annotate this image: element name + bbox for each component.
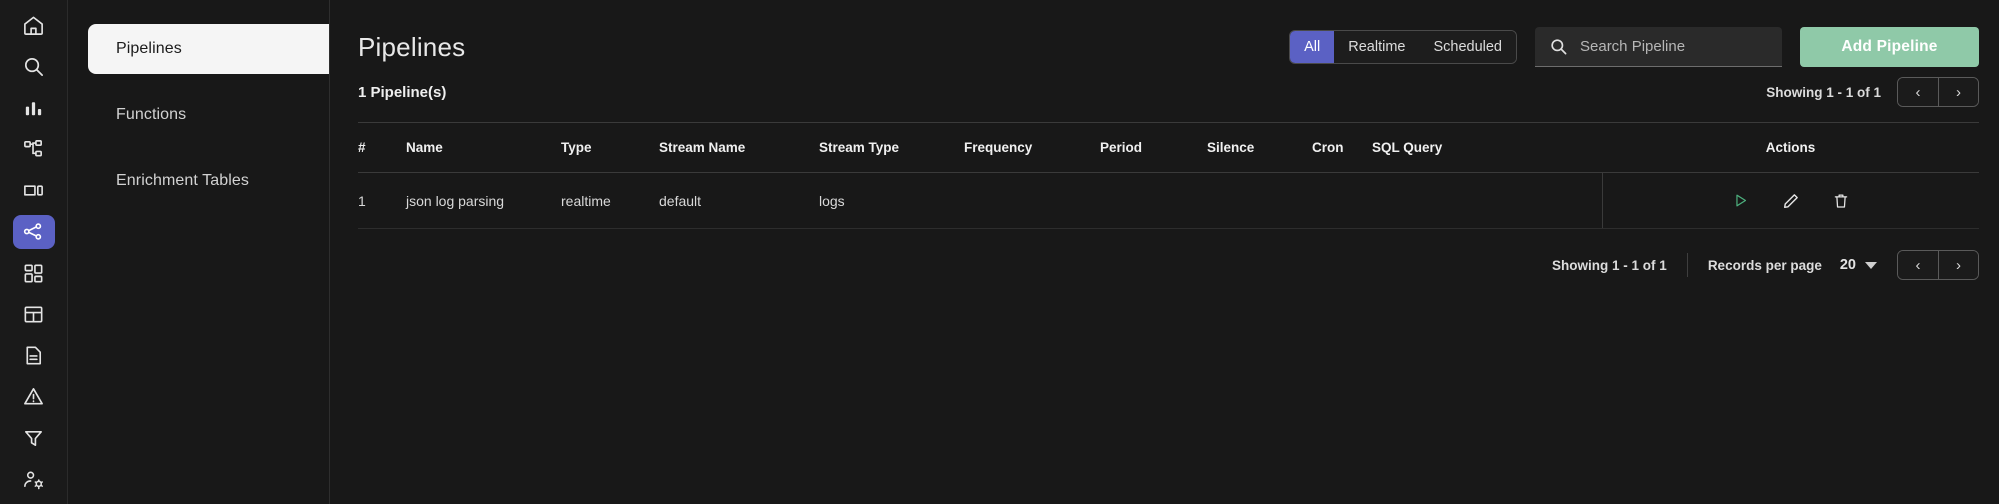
- rail-item-traces[interactable]: [13, 133, 55, 166]
- alert-triangle-icon: [24, 388, 43, 405]
- column-header-period[interactable]: Period: [1100, 122, 1207, 173]
- next-page-button[interactable]: ›: [1938, 78, 1978, 106]
- column-header-stream-type[interactable]: Stream Type: [819, 122, 964, 173]
- cell-frequency: [964, 172, 1100, 229]
- next-page-button-bottom[interactable]: ›: [1938, 251, 1978, 279]
- user-settings-icon: [24, 471, 43, 490]
- start-pipeline-button[interactable]: [1731, 191, 1751, 211]
- rail-item-rum[interactable]: [13, 174, 55, 207]
- edit-pencil-icon: [1783, 193, 1798, 208]
- column-header-frequency[interactable]: Frequency: [964, 122, 1100, 173]
- edit-pipeline-button[interactable]: [1781, 191, 1801, 211]
- sidebar-item-label: Pipelines: [116, 40, 182, 57]
- cell-cron: [1312, 172, 1372, 229]
- app-root: Pipelines Functions Enrichment Tables Pi…: [0, 0, 1999, 504]
- streams-icon: [24, 306, 43, 323]
- pipeline-type-filter: All Realtime Scheduled: [1289, 30, 1517, 64]
- delete-pipeline-button[interactable]: [1831, 191, 1851, 211]
- table-footer: Showing 1 - 1 of 1 Records per page 20 ‹…: [330, 229, 1999, 285]
- traces-icon: [24, 139, 42, 157]
- filter-tab-realtime[interactable]: Realtime: [1334, 31, 1420, 63]
- trash-icon: [1834, 194, 1848, 208]
- filter-tab-scheduled[interactable]: Scheduled: [1419, 31, 1516, 63]
- column-header-stream-name[interactable]: Stream Name: [659, 122, 819, 173]
- results-toolbar: 1 Pipeline(s) Showing 1 - 1 of 1 ‹ ›: [330, 72, 1999, 112]
- records-per-page-label: Records per page: [1707, 257, 1822, 273]
- table-body: 1 json log parsing realtime default logs: [358, 172, 1980, 229]
- search-pipeline-field[interactable]: Search Pipeline: [1535, 27, 1782, 67]
- sidebar-item-pipelines[interactable]: Pipelines: [88, 24, 329, 74]
- play-icon: [1736, 194, 1747, 207]
- table-row[interactable]: 1 json log parsing realtime default logs: [358, 172, 1980, 229]
- footer-divider: [1686, 253, 1688, 277]
- chevron-down-icon: [1865, 261, 1877, 269]
- cell-sql-query: [1372, 172, 1602, 229]
- records-per-page-value: 20: [1839, 257, 1856, 273]
- prev-page-button[interactable]: ‹: [1898, 78, 1938, 106]
- records-per-page-select[interactable]: 20: [1840, 257, 1877, 273]
- rail-item-alerts[interactable]: [13, 380, 55, 413]
- rail-item-iam[interactable]: [13, 463, 55, 496]
- rail-item-metrics[interactable]: [13, 92, 55, 125]
- pipelines-table: # Name Type Stream Name Stream Type Freq…: [358, 122, 1979, 229]
- cell-type: realtime: [561, 172, 659, 229]
- sidebar-item-label: Enrichment Tables: [116, 172, 250, 189]
- pagination-top: ‹ ›: [1897, 77, 1979, 107]
- showing-range-bottom: Showing 1 - 1 of 1: [1552, 257, 1667, 273]
- rum-icon: [24, 185, 43, 196]
- share-nodes-icon: [23, 223, 42, 241]
- page-title: Pipelines: [358, 31, 466, 62]
- filter-tab-all[interactable]: All: [1290, 31, 1335, 63]
- search-input-placeholder: Search Pipeline: [1580, 38, 1686, 55]
- table-header: # Name Type Stream Name Stream Type Freq…: [358, 122, 1979, 173]
- rail-item-streams[interactable]: [13, 298, 55, 331]
- cell-stream-name: default: [659, 172, 819, 229]
- page-header: Pipelines All Realtime Scheduled Search …: [330, 0, 1999, 72]
- bar-chart-icon: [25, 101, 42, 115]
- rail-item-pipelines[interactable]: [12, 215, 55, 249]
- cell-actions: [1601, 172, 1980, 229]
- column-header-name[interactable]: Name: [406, 122, 561, 173]
- cell-index: 1: [358, 172, 406, 229]
- add-pipeline-button[interactable]: Add Pipeline: [1800, 27, 1979, 67]
- rail-item-home[interactable]: [13, 9, 55, 42]
- dashboard-icon: [24, 264, 43, 283]
- prev-page-button-bottom[interactable]: ‹: [1898, 251, 1938, 279]
- rail-item-dashboards[interactable]: [13, 257, 55, 290]
- rail-item-reports[interactable]: [13, 339, 55, 372]
- rail-item-filters[interactable]: [13, 422, 55, 455]
- column-header-index[interactable]: #: [358, 122, 406, 173]
- rail-item-search[interactable]: [13, 50, 55, 83]
- sidebar-item-enrichment-tables[interactable]: Enrichment Tables: [88, 156, 309, 206]
- home-icon: [24, 16, 43, 36]
- column-header-actions: Actions: [1602, 122, 1979, 173]
- column-header-cron[interactable]: Cron: [1312, 122, 1372, 173]
- primary-icon-rail: [0, 0, 68, 504]
- reports-icon: [26, 346, 42, 365]
- column-header-silence[interactable]: Silence: [1207, 122, 1312, 173]
- cell-silence: [1207, 172, 1312, 229]
- sidebar-item-functions[interactable]: Functions: [88, 90, 309, 140]
- search-icon: [24, 58, 43, 77]
- search-icon: [1551, 39, 1567, 55]
- pipeline-count: 1 Pipeline(s): [358, 83, 447, 101]
- sidebar-item-label: Functions: [116, 106, 187, 123]
- funnel-icon: [25, 430, 42, 446]
- secondary-sidebar: Pipelines Functions Enrichment Tables: [68, 0, 330, 504]
- cell-stream-type: logs: [819, 172, 964, 229]
- row-actions: [1603, 191, 1980, 211]
- cell-period: [1100, 172, 1207, 229]
- showing-range-top: Showing 1 - 1 of 1: [1766, 84, 1881, 100]
- column-header-type[interactable]: Type: [561, 122, 659, 173]
- cell-name: json log parsing: [406, 172, 561, 229]
- column-header-sql-query[interactable]: SQL Query: [1372, 122, 1602, 173]
- pipelines-table-wrapper: # Name Type Stream Name Stream Type Freq…: [358, 122, 1979, 229]
- pagination-bottom: ‹ ›: [1897, 250, 1979, 280]
- main-content: Pipelines All Realtime Scheduled Search …: [330, 0, 1999, 504]
- table-header-row: # Name Type Stream Name Stream Type Freq…: [358, 122, 1979, 173]
